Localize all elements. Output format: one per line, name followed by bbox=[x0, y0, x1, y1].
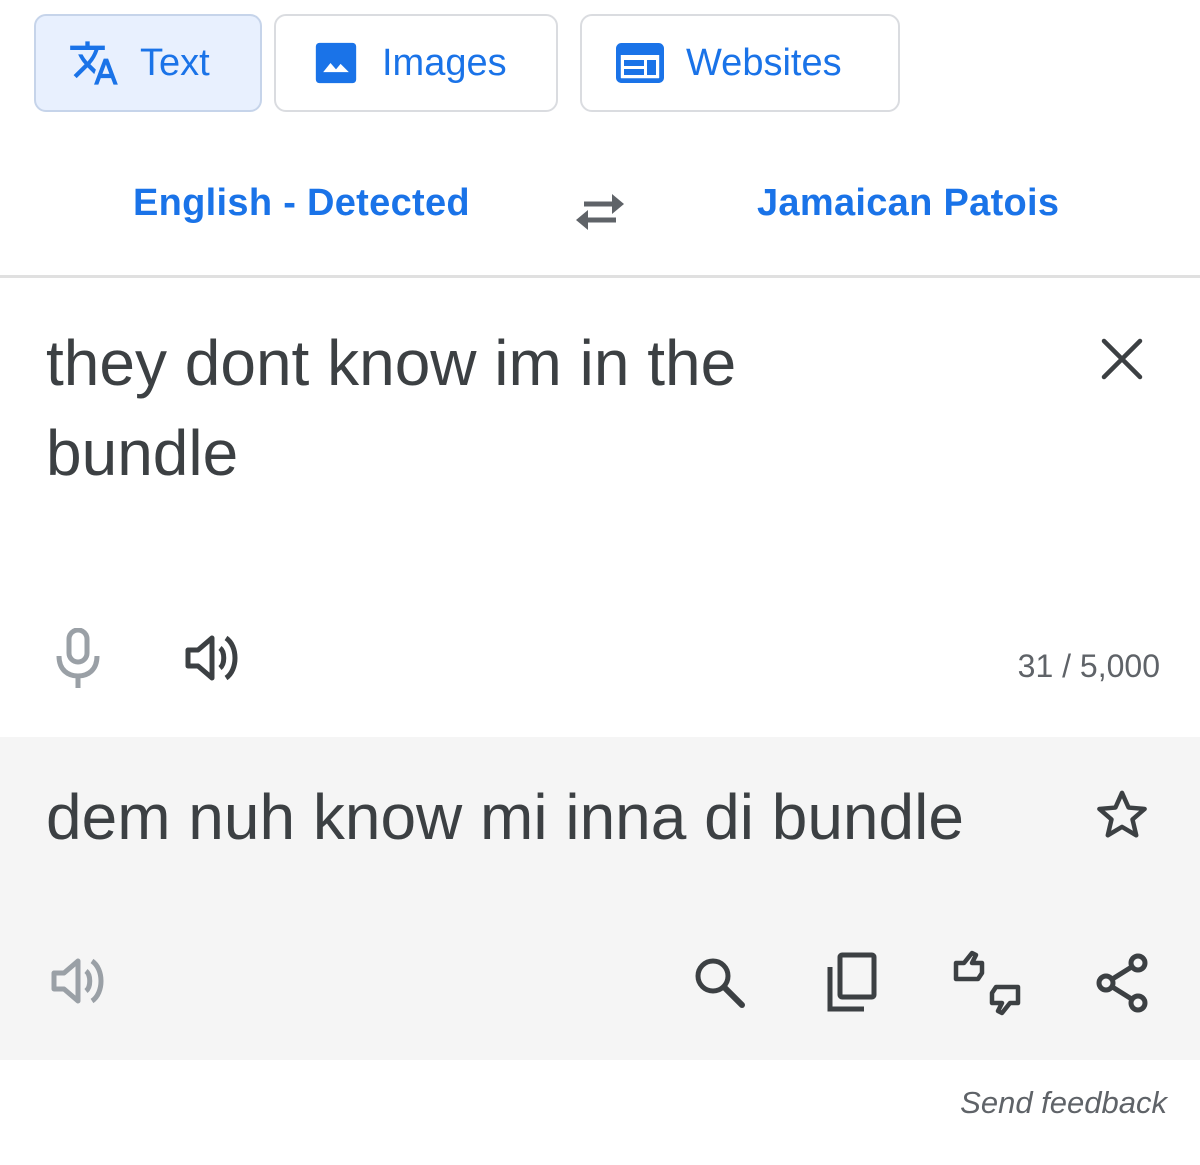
target-language-button[interactable]: Jamaican Patois bbox=[757, 182, 1059, 225]
clear-button[interactable] bbox=[1096, 333, 1148, 385]
copy-button[interactable] bbox=[822, 951, 882, 1015]
microphone-button[interactable] bbox=[50, 628, 106, 690]
share-icon bbox=[1092, 951, 1152, 1015]
tab-websites[interactable]: Websites bbox=[580, 14, 900, 112]
translation-text: dem nuh know mi inna di bundle bbox=[46, 781, 964, 853]
character-count: 31 / 5,000 bbox=[1017, 648, 1160, 684]
star-icon bbox=[1094, 787, 1150, 843]
search-icon bbox=[690, 953, 748, 1011]
save-translation-button[interactable] bbox=[1094, 787, 1150, 843]
close-icon bbox=[1096, 333, 1148, 385]
copy-icon bbox=[822, 951, 882, 1015]
image-icon bbox=[314, 41, 358, 85]
send-feedback-link[interactable]: Send feedback bbox=[960, 1085, 1167, 1121]
source-panel: they dont know im in the bundle 31 / 5,0… bbox=[0, 278, 1200, 737]
tab-label: Websites bbox=[686, 41, 842, 84]
rate-translation-button[interactable] bbox=[950, 949, 1024, 1019]
speaker-icon bbox=[182, 630, 242, 686]
tab-images[interactable]: Images bbox=[274, 14, 558, 112]
tab-label: Images bbox=[382, 41, 507, 84]
source-text-input[interactable]: they dont know im in the bundle bbox=[46, 318, 946, 498]
tab-label: Text bbox=[140, 41, 210, 84]
listen-source-button[interactable] bbox=[182, 630, 242, 686]
speaker-icon bbox=[48, 953, 108, 1009]
swap-icon bbox=[572, 186, 628, 234]
translate-icon bbox=[68, 37, 120, 89]
swap-languages-button[interactable] bbox=[572, 186, 628, 234]
language-bar: English - Detected Jamaican Patois bbox=[0, 160, 1200, 256]
thumbs-up-down-icon bbox=[950, 949, 1024, 1019]
tab-text[interactable]: Text bbox=[34, 14, 262, 112]
web-icon bbox=[616, 43, 664, 83]
share-button[interactable] bbox=[1092, 951, 1152, 1015]
microphone-icon bbox=[50, 628, 106, 690]
translation-panel: dem nuh know mi inna di bundle bbox=[0, 737, 1200, 1060]
listen-translation-button[interactable] bbox=[48, 953, 108, 1009]
search-button[interactable] bbox=[690, 953, 748, 1011]
source-language-button[interactable]: English - Detected bbox=[133, 182, 470, 225]
